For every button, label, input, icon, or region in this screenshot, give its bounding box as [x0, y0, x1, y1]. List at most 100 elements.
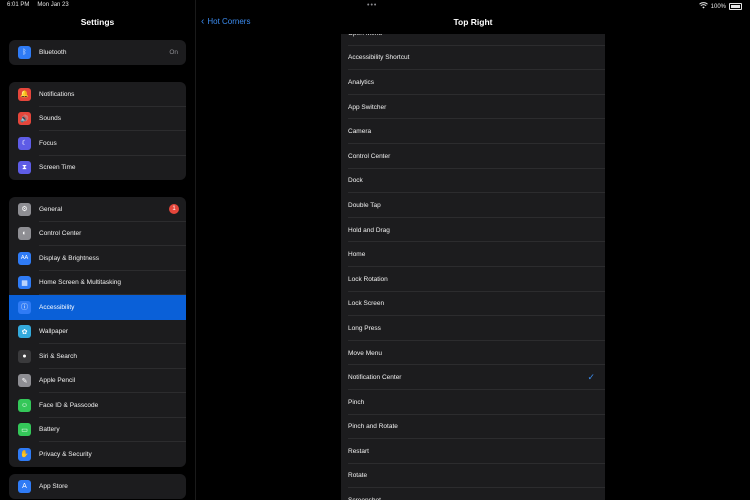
action-item-control-center[interactable]: Control Center — [341, 144, 605, 169]
flower-icon: ✿ — [18, 325, 31, 339]
action-list: Open Menu Accessibility Shortcut Analytics… — [341, 34, 605, 500]
accessibility-icon: ⓘ — [18, 300, 31, 314]
action-item-app-switcher[interactable]: App Switcher — [341, 95, 605, 120]
action-item-long-press[interactable]: Long Press — [341, 316, 605, 341]
action-item-label: Lock Rotation — [348, 275, 388, 283]
action-item-label: Restart — [348, 447, 369, 455]
action-item-label: Pinch — [348, 398, 365, 406]
action-item-label: App Switcher — [348, 103, 387, 111]
sidebar-item-label: Wallpaper — [39, 328, 69, 336]
checkmark-icon: ✓ — [587, 372, 595, 383]
sidebar-item-label: Apple Pencil — [39, 377, 76, 385]
siri-icon: ● — [18, 349, 31, 363]
action-item-label: Lock Screen — [348, 300, 385, 308]
action-item-camera[interactable]: Camera — [341, 119, 605, 144]
sidebar-item-home-screen-multitasking[interactable]: ▦ Home Screen & Multitasking — [9, 271, 186, 295]
sidebar-item-label: App Store — [39, 482, 68, 490]
sidebar-item-wallpaper[interactable]: ✿ Wallpaper — [9, 320, 186, 344]
sidebar-item-sounds[interactable]: 🔊 Sounds — [9, 107, 186, 131]
wifi-icon — [698, 2, 708, 11]
action-item-pinch[interactable]: Pinch — [341, 390, 605, 415]
sidebar-item-control-center[interactable]: ◐ Control Center — [9, 222, 186, 246]
sidebar-item-label: Control Center — [39, 230, 82, 238]
speaker-icon: 🔊 — [18, 112, 31, 126]
action-item-screenshot[interactable]: Screenshot — [341, 488, 605, 500]
action-item-label: Rotate — [348, 472, 368, 480]
sidebar-item-apple-pencil[interactable]: ✎ Apple Pencil — [9, 369, 186, 393]
action-item-move-menu[interactable]: Move Menu — [341, 341, 605, 366]
sidebar-item-focus[interactable]: ☾ Focus — [9, 131, 186, 156]
action-item-label: Pinch and Rotate — [348, 423, 398, 431]
action-item-rotate[interactable]: Rotate — [341, 464, 605, 489]
sidebar-item-label: Privacy & Security — [39, 450, 92, 458]
action-item-pinch-and-rotate[interactable]: Pinch and Rotate — [341, 415, 605, 440]
sidebar-item-accessibility[interactable]: ⓘ Accessibility — [9, 295, 186, 320]
sidebar-item-notifications[interactable]: 🔔 Notifications — [9, 82, 186, 107]
action-item-dock[interactable]: Dock — [341, 169, 605, 194]
switches-icon: ◐ — [18, 227, 31, 241]
moon-icon: ☾ — [18, 136, 31, 150]
sidebar-item-bluetooth[interactable]: ᛒ Bluetooth On — [9, 40, 186, 65]
action-item-label: Home — [348, 251, 366, 259]
battery-status-icon — [729, 3, 742, 10]
sidebar-item-label: Siri & Search — [39, 352, 77, 360]
action-item-open-menu[interactable]: Open Menu — [341, 34, 605, 46]
sidebar-item-label: Screen Time — [39, 164, 76, 172]
status-bar-left: 6:01 PM Mon Jan 23 — [7, 2, 69, 8]
action-item-analytics[interactable]: Analytics — [341, 70, 605, 95]
sidebar-item-label: Sounds — [39, 115, 62, 123]
action-item-label: Double Tap — [348, 201, 381, 209]
sidebar-item-face-id-passcode[interactable]: ☺ Face ID & Passcode — [9, 393, 186, 418]
sidebar-item-label: Display & Brightness — [39, 254, 99, 262]
app-store-icon: A — [18, 479, 31, 493]
sidebar-item-battery[interactable]: ▭ Battery — [9, 418, 186, 442]
battery-icon: ▭ — [18, 423, 31, 437]
sidebar-group-connectivity: ᛒ Bluetooth On — [9, 40, 186, 65]
sidebar-group-notifications: 🔔 Notifications 🔊 Sounds ☾ Focus ⧗ Screen Time — [9, 82, 186, 180]
action-item-label: Open Menu — [348, 34, 382, 37]
sidebar-item-value: On — [169, 48, 178, 56]
status-time: 6:01 PM — [7, 2, 30, 8]
nav-title: Top Right — [453, 17, 493, 27]
action-item-double-tap[interactable]: Double Tap — [341, 193, 605, 218]
action-item-label: Long Press — [348, 324, 381, 332]
text-size-icon: AA — [18, 251, 31, 265]
sidebar-item-general[interactable]: ⚙ General 1 — [9, 197, 186, 222]
sidebar-group-general: ⚙ General 1 ◐ Control Center AA Display & Brig… — [9, 197, 186, 467]
sidebar-item-display-brightness[interactable]: AA Display & Brightness — [9, 246, 186, 271]
sidebar-item-label: General — [39, 205, 63, 213]
status-bar-right: 100% — [698, 2, 742, 11]
bell-icon: 🔔 — [18, 87, 31, 101]
hand-icon: ✋ — [18, 447, 31, 461]
detail-pane: ••• 100% ‹ Hot Corners Top Right Open Me… — [196, 0, 750, 500]
sidebar-item-app-store[interactable]: A App Store — [9, 474, 186, 499]
notification-badge: 1 — [169, 204, 179, 215]
sidebar-title: Settings — [80, 17, 115, 27]
action-item-home[interactable]: Home — [341, 242, 605, 267]
sidebar-item-label: Focus — [39, 139, 57, 147]
grid-icon: ▦ — [18, 276, 31, 290]
action-item-lock-rotation[interactable]: Lock Rotation — [341, 267, 605, 292]
sidebar-item-label: Face ID & Passcode — [39, 401, 99, 409]
action-item-label: Accessibility Shortcut — [348, 54, 410, 62]
pencil-icon: ✎ — [18, 374, 31, 388]
action-item-label: Dock — [348, 177, 363, 185]
action-item-label: Camera — [348, 128, 372, 136]
multitasking-dots-icon[interactable]: ••• — [367, 2, 381, 9]
settings-sidebar: 6:01 PM Mon Jan 23 Settings ᛒ Bluetooth On… — [0, 0, 196, 500]
action-item-accessibility-shortcut[interactable]: Accessibility Shortcut — [341, 46, 605, 71]
sidebar-item-privacy-security[interactable]: ✋ Privacy & Security — [9, 442, 186, 467]
action-item-restart[interactable]: Restart — [341, 439, 605, 464]
sidebar-item-label: Notifications — [39, 90, 75, 98]
gear-icon: ⚙ — [18, 202, 31, 216]
action-item-lock-screen[interactable]: Lock Screen — [341, 292, 605, 317]
status-date: Mon Jan 23 — [37, 2, 69, 8]
sidebar-item-screen-time[interactable]: ⧗ Screen Time — [9, 156, 186, 181]
action-item-notification-center[interactable]: Notification Center ✓ — [341, 365, 605, 390]
sidebar-item-label: Accessibility — [39, 303, 75, 311]
sidebar-item-label: Battery — [39, 426, 60, 434]
sidebar-item-siri-search[interactable]: ● Siri & Search — [9, 344, 186, 369]
bluetooth-icon: ᛒ — [18, 45, 31, 59]
action-item-hold-and-drag[interactable]: Hold and Drag — [341, 218, 605, 243]
action-item-label: Analytics — [348, 78, 375, 86]
